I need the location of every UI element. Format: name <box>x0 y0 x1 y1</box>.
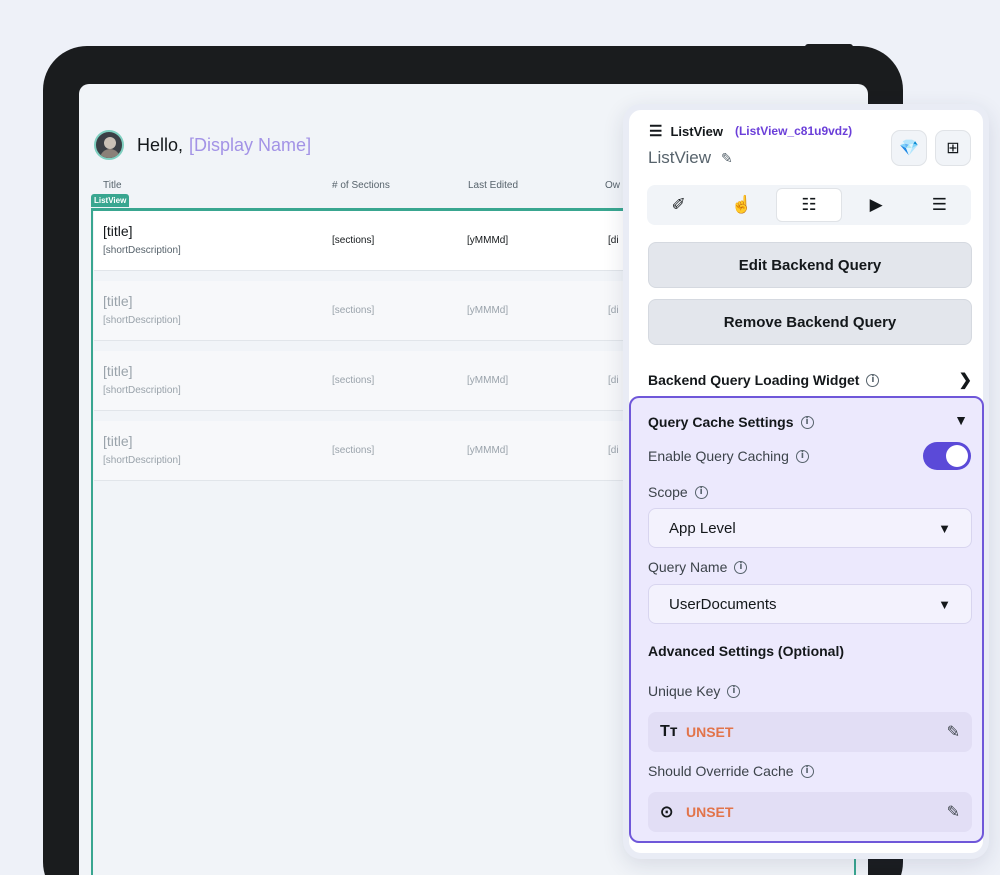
tab-play-icon[interactable]: ▶ <box>845 185 908 225</box>
chevron-down-icon: ▼ <box>938 520 951 536</box>
scope-label: Scope i <box>648 484 708 500</box>
info-icon[interactable]: i <box>727 684 741 698</box>
edit-name-icon[interactable]: ✎ <box>721 150 733 167</box>
listview-tag[interactable]: ListView <box>91 194 130 207</box>
column-header-title: Title <box>103 180 122 191</box>
tablet-button <box>805 44 853 50</box>
item-sections: [sections] <box>332 235 375 246</box>
item-title: [title] <box>103 293 133 309</box>
greeting: Hello, [Display Name] <box>94 130 311 160</box>
info-icon[interactable]: i <box>800 415 814 429</box>
info-icon[interactable]: i <box>734 560 748 574</box>
widget-name: ListView <box>648 148 711 167</box>
query-cache-settings: Query Cache Settings i ▼ Enable Query Ca… <box>629 396 984 843</box>
chevron-right-icon[interactable]: ❯ <box>959 370 972 390</box>
unique-key-field[interactable]: Tт UNSET ✎ <box>648 712 972 752</box>
tab-actions-icon[interactable]: ☝ <box>710 185 773 225</box>
edit-icon[interactable]: ✎ <box>947 802 960 822</box>
query-cache-title[interactable]: Query Cache Settings i <box>648 414 814 430</box>
item-owner: [di <box>608 235 619 246</box>
info-icon[interactable]: i <box>866 373 880 387</box>
loading-widget-row[interactable]: Backend Query Loading Widget i ❯ <box>648 370 972 390</box>
chevron-down-icon: ▼ <box>938 596 951 612</box>
item-sections: [sections] <box>332 445 375 456</box>
diamond-icon[interactable]: 💎 <box>891 130 927 166</box>
edit-backend-query-button[interactable]: Edit Backend Query <box>648 242 972 288</box>
chevron-down-icon[interactable]: ▼ <box>954 412 968 428</box>
item-description: [shortDescription] <box>103 455 181 466</box>
override-cache-text: Should Override Cache <box>648 763 794 779</box>
query-name-text: Query Name <box>648 559 728 575</box>
panel-header: ☰ ListView (ListView_c81u9vdz) <box>649 122 852 140</box>
column-header-sections: # of Sections <box>332 180 390 191</box>
enable-caching-toggle[interactable] <box>923 442 971 470</box>
hamburger-icon[interactable]: ☰ <box>649 122 662 140</box>
item-title: [title] <box>103 363 133 379</box>
loading-widget-label: Backend Query Loading Widget <box>648 372 860 388</box>
unique-key-value: UNSET <box>686 724 734 740</box>
item-owner: [di <box>608 445 619 456</box>
panel-tabs: ✐ ☝ ☷ ▶ ☰ <box>647 185 971 225</box>
column-header-last-edited: Last Edited <box>468 180 519 191</box>
info-icon[interactable]: i <box>800 764 814 778</box>
enable-caching-label: Enable Query Caching i <box>648 448 809 464</box>
unique-key-label: Unique Key i <box>648 683 741 699</box>
enable-caching-text: Enable Query Caching <box>648 448 789 464</box>
info-icon[interactable]: i <box>795 449 809 463</box>
toggle-type-icon: ⊙ <box>660 804 674 821</box>
item-sections: [sections] <box>332 305 375 316</box>
item-last-edited: [yMMMd] <box>467 375 509 386</box>
item-last-edited: [yMMMd] <box>467 235 509 246</box>
item-sections: [sections] <box>332 375 375 386</box>
edit-icon[interactable]: ✎ <box>947 722 960 742</box>
override-cache-field[interactable]: ⊙ UNSET ✎ <box>648 792 972 832</box>
tab-backend-query-icon[interactable]: ☷ <box>776 188 842 222</box>
info-icon[interactable]: i <box>694 485 708 499</box>
query-name-label: Query Name i <box>648 559 748 575</box>
item-description: [shortDescription] <box>103 315 181 326</box>
widget-id: (ListView_c81u9vdz) <box>734 124 853 138</box>
item-last-edited: [yMMMd] <box>467 445 509 456</box>
properties-panel: ☰ ListView (ListView_c81u9vdz) ListView … <box>623 104 989 859</box>
widget-type: ListView <box>670 123 723 139</box>
item-title: [title] <box>103 433 133 449</box>
widget-name-row: ListView ✎ <box>648 148 733 168</box>
query-cache-title-text: Query Cache Settings <box>648 414 794 430</box>
unique-key-text: Unique Key <box>648 683 721 699</box>
item-last-edited: [yMMMd] <box>467 305 509 316</box>
hello-text: Hello, <box>137 134 184 155</box>
tab-notes-icon[interactable]: ☰ <box>908 185 971 225</box>
remove-backend-query-button[interactable]: Remove Backend Query <box>648 299 972 345</box>
scope-select[interactable]: App Level ▼ <box>648 508 972 548</box>
item-title: [title] <box>103 223 133 239</box>
avatar[interactable] <box>94 130 124 160</box>
tab-properties-icon[interactable]: ✐ <box>647 185 710 225</box>
column-header-owner: Ow <box>605 180 620 191</box>
override-cache-value: UNSET <box>686 804 734 820</box>
text-type-icon: Tт <box>660 723 678 740</box>
override-cache-label: Should Override Cache i <box>648 763 814 779</box>
item-owner: [di <box>608 305 619 316</box>
item-description: [shortDescription] <box>103 245 181 256</box>
item-owner: [di <box>608 375 619 386</box>
advanced-settings-label: Advanced Settings (Optional) <box>648 643 845 659</box>
display-name: [Display Name] <box>189 134 312 155</box>
query-name-select[interactable]: UserDocuments ▼ <box>648 584 972 624</box>
scope-value: App Level <box>669 519 736 537</box>
query-name-value: UserDocuments <box>669 595 777 613</box>
scope-text: Scope <box>648 484 688 500</box>
item-description: [shortDescription] <box>103 385 181 396</box>
add-widget-icon[interactable]: ⊞ <box>935 130 971 166</box>
